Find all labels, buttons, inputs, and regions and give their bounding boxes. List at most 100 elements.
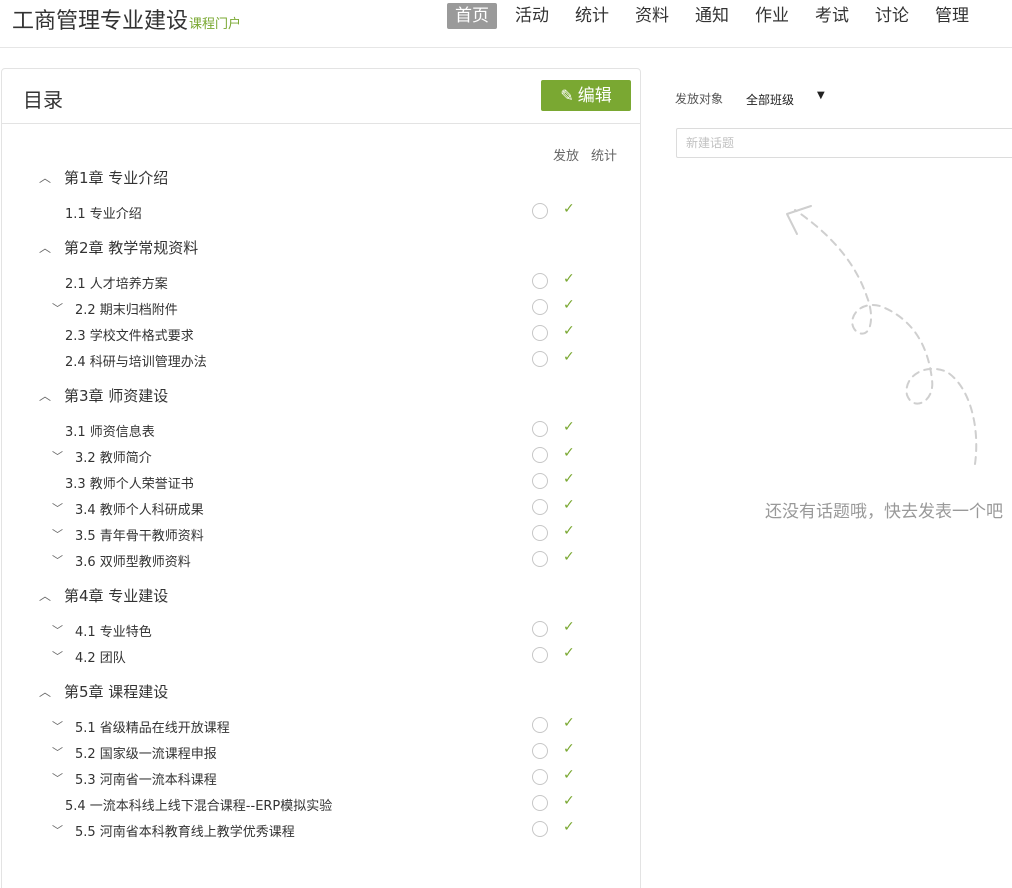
publish-status-icon[interactable] — [532, 821, 548, 837]
section-row[interactable]: ﹀ 3.2 教师简介 ✓ — [2, 442, 640, 468]
chevron-down-icon[interactable]: ﹀ — [52, 500, 63, 516]
publish-status-icon[interactable] — [532, 447, 548, 463]
section-row[interactable]: 1.1 专业介绍 ✓ — [2, 198, 640, 224]
course-title[interactable]: 工商管理专业建设课程门户 — [12, 3, 241, 35]
check-icon[interactable]: ✓ — [563, 271, 575, 287]
publish-status-icon[interactable] — [532, 647, 548, 663]
section-row[interactable]: ﹀ 2.2 期末归档附件 ✓ — [2, 294, 640, 320]
publish-status-icon[interactable] — [532, 421, 548, 437]
target-select[interactable]: 全部班级 — [746, 91, 794, 108]
publish-status-icon[interactable] — [532, 273, 548, 289]
chevron-down-icon[interactable]: ﹀ — [52, 648, 63, 664]
section-title[interactable]: 5.2 国家级一流课程申报 — [75, 743, 217, 762]
publish-status-icon[interactable] — [532, 325, 548, 341]
section-row[interactable]: 2.3 学校文件格式要求 ✓ — [2, 320, 640, 346]
chapter-header[interactable]: ︿ 第3章 师资建设 — [2, 383, 640, 409]
nav-item-6[interactable]: 考试 — [807, 3, 857, 29]
check-icon[interactable]: ✓ — [563, 323, 575, 339]
nav-item-8[interactable]: 管理 — [927, 3, 977, 29]
section-title[interactable]: 1.1 专业介绍 — [65, 203, 142, 222]
check-icon[interactable]: ✓ — [563, 201, 575, 217]
section-row[interactable]: ﹀ 5.1 省级精品在线开放课程 ✓ — [2, 712, 640, 738]
section-title[interactable]: 2.4 科研与培训管理办法 — [65, 351, 207, 370]
chevron-down-icon[interactable]: ﹀ — [52, 718, 63, 734]
publish-status-icon[interactable] — [532, 743, 548, 759]
nav-item-5[interactable]: 作业 — [747, 3, 797, 29]
chevron-down-icon[interactable]: ﹀ — [52, 526, 63, 542]
chapter-header[interactable]: ︿ 第4章 专业建设 — [2, 583, 640, 609]
chevron-down-icon[interactable]: ﹀ — [52, 822, 63, 838]
section-row[interactable]: ﹀ 4.2 团队 ✓ — [2, 642, 640, 668]
new-topic-input[interactable] — [676, 128, 1012, 158]
chevron-down-icon[interactable]: ﹀ — [52, 770, 63, 786]
check-icon[interactable]: ✓ — [563, 741, 575, 757]
section-title[interactable]: 3.4 教师个人科研成果 — [75, 499, 204, 518]
chevron-down-icon[interactable]: ﹀ — [52, 448, 63, 464]
section-row[interactable]: ﹀ 3.6 双师型教师资料 ✓ — [2, 546, 640, 572]
publish-status-icon[interactable] — [532, 795, 548, 811]
section-row[interactable]: ﹀ 5.2 国家级一流课程申报 ✓ — [2, 738, 640, 764]
section-title[interactable]: 4.2 团队 — [75, 647, 126, 666]
section-row[interactable]: ﹀ 3.5 青年骨干教师资料 ✓ — [2, 520, 640, 546]
check-icon[interactable]: ✓ — [563, 497, 575, 513]
check-icon[interactable]: ✓ — [563, 819, 575, 835]
check-icon[interactable]: ✓ — [563, 445, 575, 461]
publish-status-icon[interactable] — [532, 473, 548, 489]
nav-item-7[interactable]: 讨论 — [867, 3, 917, 29]
dropdown-arrow-icon[interactable]: ▼ — [817, 90, 825, 101]
section-title[interactable]: 3.5 青年骨干教师资料 — [75, 525, 204, 544]
nav-item-4[interactable]: 通知 — [687, 3, 737, 29]
section-row[interactable]: 3.3 教师个人荣誉证书 ✓ — [2, 468, 640, 494]
section-title[interactable]: 4.1 专业特色 — [75, 621, 152, 640]
check-icon[interactable]: ✓ — [563, 419, 575, 435]
publish-status-icon[interactable] — [532, 551, 548, 567]
section-row[interactable]: ﹀ 3.4 教师个人科研成果 ✓ — [2, 494, 640, 520]
publish-status-icon[interactable] — [532, 769, 548, 785]
publish-status-icon[interactable] — [532, 499, 548, 515]
nav-item-0[interactable]: 首页 — [447, 3, 497, 29]
edit-button[interactable]: ✎ 编辑 — [541, 80, 631, 111]
section-title[interactable]: 3.2 教师简介 — [75, 447, 152, 466]
chevron-down-icon[interactable]: ﹀ — [52, 300, 63, 316]
nav-item-3[interactable]: 资料 — [627, 3, 677, 29]
publish-status-icon[interactable] — [532, 203, 548, 219]
chevron-up-icon[interactable]: ︿ — [39, 683, 51, 700]
section-row[interactable]: 3.1 师资信息表 ✓ — [2, 416, 640, 442]
chevron-down-icon[interactable]: ﹀ — [52, 744, 63, 760]
chevron-down-icon[interactable]: ﹀ — [52, 622, 63, 638]
section-title[interactable]: 5.5 河南省本科教育线上教学优秀课程 — [75, 821, 295, 840]
section-title[interactable]: 5.1 省级精品在线开放课程 — [75, 717, 230, 736]
chevron-up-icon[interactable]: ︿ — [39, 239, 51, 256]
section-title[interactable]: 3.3 教师个人荣誉证书 — [65, 473, 194, 492]
publish-status-icon[interactable] — [532, 717, 548, 733]
check-icon[interactable]: ✓ — [563, 297, 575, 313]
chevron-up-icon[interactable]: ︿ — [39, 387, 51, 404]
chevron-up-icon[interactable]: ︿ — [39, 587, 51, 604]
section-title[interactable]: 2.1 人才培养方案 — [65, 273, 168, 292]
check-icon[interactable]: ✓ — [563, 793, 575, 809]
section-title[interactable]: 3.1 师资信息表 — [65, 421, 155, 440]
publish-status-icon[interactable] — [532, 299, 548, 315]
section-title[interactable]: 5.3 河南省一流本科课程 — [75, 769, 217, 788]
check-icon[interactable]: ✓ — [563, 549, 575, 565]
section-row[interactable]: 2.1 人才培养方案 ✓ — [2, 268, 640, 294]
check-icon[interactable]: ✓ — [563, 645, 575, 661]
section-title[interactable]: 2.3 学校文件格式要求 — [65, 325, 194, 344]
section-row[interactable]: ﹀ 4.1 专业特色 ✓ — [2, 616, 640, 642]
check-icon[interactable]: ✓ — [563, 619, 575, 635]
publish-status-icon[interactable] — [532, 351, 548, 367]
section-title[interactable]: 2.2 期末归档附件 — [75, 299, 178, 318]
course-portal-link[interactable]: 课程门户 — [189, 17, 241, 32]
chapter-header[interactable]: ︿ 第2章 教学常规资料 — [2, 235, 640, 261]
chevron-up-icon[interactable]: ︿ — [39, 169, 51, 186]
chapter-header[interactable]: ︿ 第1章 专业介绍 — [2, 165, 640, 191]
nav-item-1[interactable]: 活动 — [507, 3, 557, 29]
section-row[interactable]: ﹀ 5.5 河南省本科教育线上教学优秀课程 ✓ — [2, 816, 640, 842]
check-icon[interactable]: ✓ — [563, 715, 575, 731]
chapter-header[interactable]: ︿ 第5章 课程建设 — [2, 679, 640, 705]
section-title[interactable]: 5.4 一流本科线上线下混合课程--ERP模拟实验 — [65, 795, 332, 814]
publish-status-icon[interactable] — [532, 621, 548, 637]
check-icon[interactable]: ✓ — [563, 767, 575, 783]
section-row[interactable]: 5.4 一流本科线上线下混合课程--ERP模拟实验 ✓ — [2, 790, 640, 816]
nav-item-2[interactable]: 统计 — [567, 3, 617, 29]
